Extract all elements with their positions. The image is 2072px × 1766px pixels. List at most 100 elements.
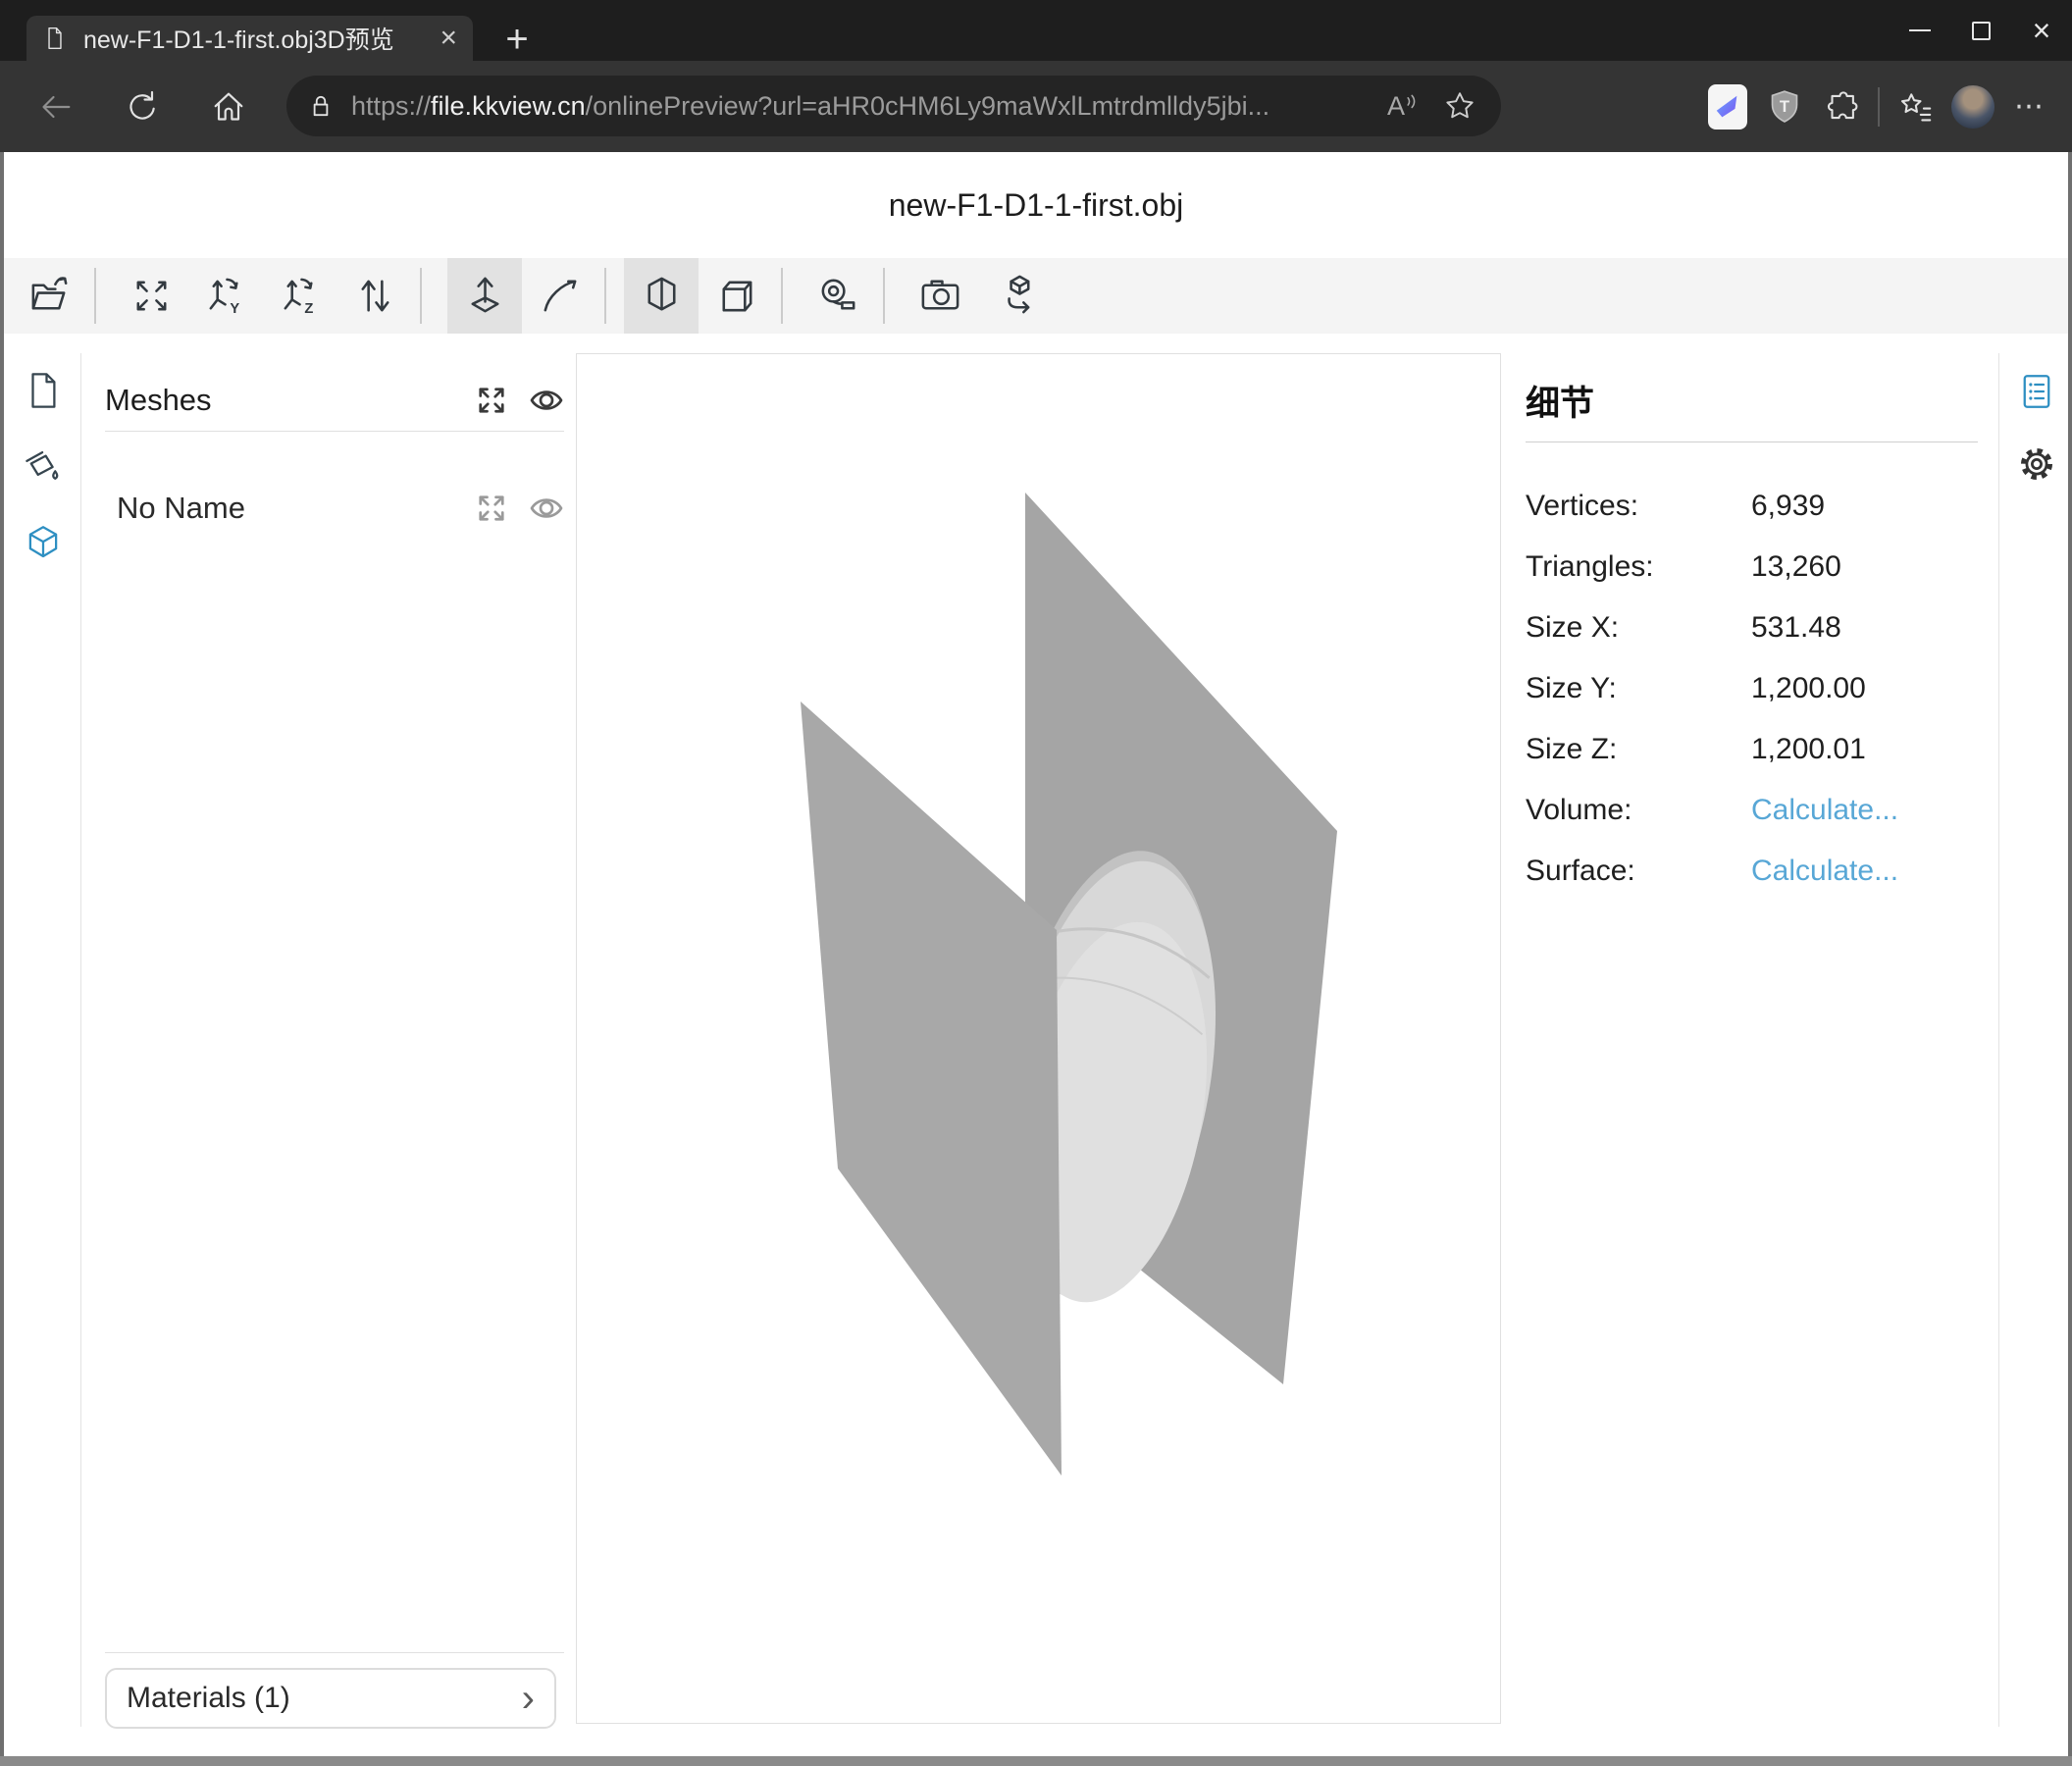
file-icon — [23, 370, 64, 411]
set-up-vector-button[interactable] — [447, 258, 522, 334]
perspective-icon — [639, 273, 685, 319]
shield-extension-button[interactable]: T — [1756, 78, 1813, 135]
svg-text:Z: Z — [304, 301, 313, 317]
details-list-button[interactable] — [2011, 366, 2062, 417]
url-text: https://file.kkview.cn/onlinePreview?url… — [351, 91, 1377, 122]
materials-label: Materials (1) — [127, 1682, 522, 1715]
fit-mesh-icon[interactable] — [474, 491, 509, 526]
meshes-header-label: Meshes — [105, 383, 454, 418]
toggle-all-visibility-eye-icon[interactable] — [529, 383, 564, 418]
meshes-panel-header: Meshes — [105, 378, 564, 423]
3d-model-canvas — [577, 354, 1500, 1723]
rotate-z-button[interactable]: Z — [263, 258, 337, 334]
browser-navbar: https://file.kkview.cn/onlinePreview?url… — [0, 61, 2072, 152]
new-tab-button[interactable]: + — [495, 18, 539, 61]
tab-close-icon[interactable]: × — [440, 24, 457, 53]
favorite-star-icon[interactable] — [1442, 88, 1477, 124]
open-file-button[interactable] — [12, 258, 86, 334]
toolbar-separator — [883, 268, 885, 324]
detail-value: 1,200.01 — [1751, 733, 1978, 766]
detail-label: Volume: — [1526, 794, 1751, 827]
home-icon — [209, 87, 248, 127]
extension-strip: T ⋯ — [1699, 61, 2072, 152]
detail-value: 1,200.00 — [1751, 672, 1978, 705]
home-button[interactable] — [200, 78, 257, 135]
maximize-icon — [1972, 22, 1991, 40]
lock-icon — [304, 89, 337, 123]
collections-button[interactable] — [1888, 78, 1944, 135]
flip-vertical-button[interactable] — [337, 258, 412, 334]
avatar — [1951, 85, 1994, 129]
minimize-icon — [1909, 29, 1931, 31]
meshes-header-divider — [105, 431, 564, 432]
calculate-volume-link[interactable]: Calculate... — [1751, 794, 1978, 827]
mesh-visibility-eye-icon[interactable] — [529, 491, 564, 526]
rail-meshes-button[interactable] — [18, 517, 69, 568]
browser-window: new-F1-D1-1-first.obj3D预览 × + × https://… — [0, 0, 2072, 1766]
rail-details-file-button[interactable] — [18, 365, 69, 416]
perspective-view-button[interactable] — [624, 258, 699, 334]
camera-icon — [917, 273, 963, 319]
maximize-button[interactable] — [1950, 0, 2011, 61]
calculate-surface-link[interactable]: Calculate... — [1751, 855, 1978, 888]
tab-title: new-F1-D1-1-first.obj3D预览 — [83, 21, 428, 56]
settings-button[interactable] — [2011, 439, 2062, 490]
materials-divider — [105, 1652, 564, 1653]
detail-value: 531.48 — [1751, 611, 1978, 645]
materials-button[interactable]: Materials (1) › — [105, 1668, 556, 1729]
puzzle-icon — [1823, 88, 1860, 126]
read-aloud-waves-icon — [1405, 91, 1421, 111]
up-axis-icon — [462, 273, 508, 319]
orthographic-view-button[interactable] — [699, 258, 773, 334]
page-title: new-F1-D1-1-first.obj — [4, 187, 2068, 224]
reload-icon — [123, 87, 162, 127]
export-model-button[interactable] — [977, 258, 1052, 334]
extensions-puzzle-button[interactable] — [1813, 78, 1870, 135]
details-list-icon — [2016, 371, 2057, 412]
toolbar-separator — [604, 268, 606, 324]
kite-extension-icon — [1708, 84, 1747, 130]
svg-text:Y: Y — [230, 301, 239, 317]
toolbar-separator — [1878, 87, 1880, 127]
browser-tab[interactable]: new-F1-D1-1-first.obj3D预览 × — [26, 16, 473, 61]
window-controls: × — [1890, 0, 2072, 61]
fit-all-meshes-icon[interactable] — [474, 383, 509, 418]
right-rail-divider — [1998, 353, 1999, 1727]
rotate-y-button[interactable]: Y — [188, 258, 263, 334]
detail-label: Size X: — [1526, 611, 1751, 645]
left-rail-divider — [80, 353, 81, 1727]
screenshot-button[interactable] — [903, 258, 977, 334]
detail-label: Triangles: — [1526, 550, 1751, 584]
orthographic-cube-icon — [713, 273, 759, 319]
reload-button[interactable] — [114, 78, 171, 135]
profile-button[interactable] — [1944, 78, 2001, 135]
export-cube-icon — [992, 273, 1038, 319]
read-aloud-button[interactable]: A — [1387, 91, 1421, 122]
detail-label: Vertices: — [1526, 490, 1751, 523]
detail-label: Size Y: — [1526, 672, 1751, 705]
detail-label: Size Z: — [1526, 733, 1751, 766]
minimize-button[interactable] — [1890, 0, 1950, 61]
close-window-button[interactable]: × — [2011, 0, 2072, 61]
details-rows: Vertices: 6,939 Triangles: 13,260 Size X… — [1526, 476, 1978, 902]
address-bar[interactable]: https://file.kkview.cn/onlinePreview?url… — [286, 76, 1501, 136]
browser-menu-button[interactable]: ⋯ — [2001, 78, 2058, 135]
details-panel-header: 细节 — [1526, 376, 1594, 426]
3d-viewport[interactable] — [576, 353, 1501, 1724]
read-aloud-icon: A — [1387, 91, 1405, 122]
mesh-list-item[interactable]: No Name — [105, 482, 564, 535]
fit-to-window-button[interactable] — [114, 258, 188, 334]
fit-arrows-icon — [129, 273, 175, 319]
close-icon: × — [2033, 15, 2051, 46]
viewer-toolbar: Y Z — [4, 258, 2068, 334]
gear-icon — [2015, 442, 2058, 486]
measure-button[interactable] — [801, 258, 875, 334]
measure-tape-icon — [815, 273, 861, 319]
rail-materials-button[interactable] — [18, 442, 69, 493]
back-button[interactable] — [27, 78, 84, 135]
toolbar-separator — [420, 268, 422, 324]
orbit-button[interactable] — [522, 258, 596, 334]
detail-value: 6,939 — [1751, 490, 1978, 523]
viewer-page: new-F1-D1-1-first.obj Y — [0, 152, 2072, 1756]
kite-extension-button[interactable] — [1699, 78, 1756, 135]
